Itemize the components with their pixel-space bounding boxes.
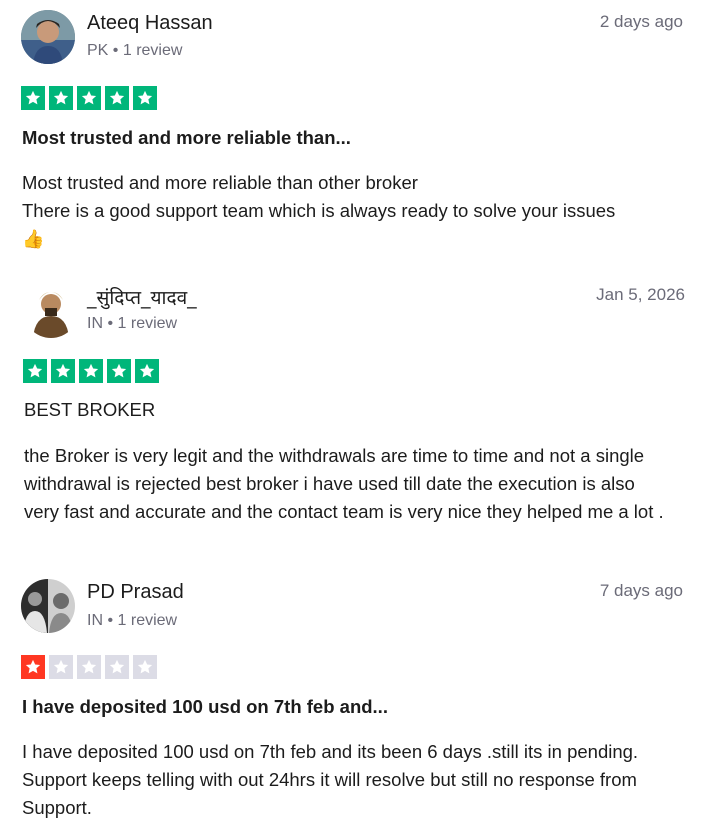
star-icon (49, 655, 73, 679)
star-icon (51, 359, 75, 383)
review-body-line: Most trusted and more reliable than othe… (22, 172, 418, 193)
reviewer-name[interactable]: _सुंदिप्त_यादव_ (87, 284, 197, 310)
avatar-photo-icon (21, 10, 75, 64)
star-rating (21, 86, 157, 110)
review-body: Most trusted and more reliable than othe… (22, 169, 692, 253)
avatar[interactable] (23, 282, 79, 338)
thumbs-up-emoji: 👍 (22, 229, 45, 249)
avatar[interactable] (21, 579, 75, 633)
reviewer-name[interactable]: Ateeq Hassan (87, 12, 213, 35)
review-title[interactable]: Most trusted and more reliable than... (22, 127, 351, 149)
review-date: 7 days ago (599, 581, 683, 600)
review-body-line: There is a good support team which is al… (22, 200, 616, 221)
reviewer-meta: IN • 1 review (87, 612, 177, 630)
review-body: the Broker is very legit and the withdra… (24, 445, 664, 522)
reviewer-meta: IN • 1 review (87, 315, 177, 333)
reviewer-review-count: 1 review (117, 612, 178, 629)
meta-separator: • (112, 42, 119, 59)
avatar[interactable] (21, 10, 75, 64)
star-icon (77, 86, 101, 110)
star-icon (49, 86, 73, 110)
reviewer-country: PK (87, 42, 109, 59)
star-icon (133, 655, 157, 679)
reviewer-name[interactable]: PD Prasad (87, 581, 184, 604)
reviewer-meta: PK • 1 review (87, 42, 182, 60)
star-icon (21, 655, 45, 679)
reviewer-country: IN (87, 315, 103, 332)
avatar-photo-icon (23, 282, 79, 338)
review-date: Jan 5, 2026 (596, 285, 685, 304)
reviewer-review-count: 1 review (122, 42, 183, 59)
review-card: PD Prasad IN • 1 review 7 days ago I hav… (0, 567, 705, 837)
meta-separator: • (107, 315, 114, 332)
star-icon (133, 86, 157, 110)
review-body: I have deposited 100 usd on 7th feb and … (22, 741, 639, 818)
star-icon (77, 655, 101, 679)
star-icon (135, 359, 159, 383)
star-icon (23, 359, 47, 383)
star-rating (21, 655, 157, 679)
review-title[interactable]: BEST BROKER (24, 399, 155, 421)
review-card: _सुंदिप्त_यादव_ IN • 1 review Jan 5, 202… (0, 270, 705, 560)
review-date: 2 days ago (599, 12, 683, 31)
review-title[interactable]: I have deposited 100 usd on 7th feb and.… (22, 696, 388, 718)
meta-separator: • (107, 612, 114, 629)
review-card: Ateeq Hassan PK • 1 review 2 days ago Mo… (0, 0, 705, 260)
star-icon (105, 86, 129, 110)
star-icon (79, 359, 103, 383)
star-icon (107, 359, 131, 383)
avatar-photo-icon (21, 579, 75, 633)
reviewer-country: IN (87, 612, 103, 629)
star-icon (105, 655, 129, 679)
reviewer-review-count: 1 review (117, 315, 178, 332)
star-icon (21, 86, 45, 110)
star-rating (23, 359, 159, 383)
